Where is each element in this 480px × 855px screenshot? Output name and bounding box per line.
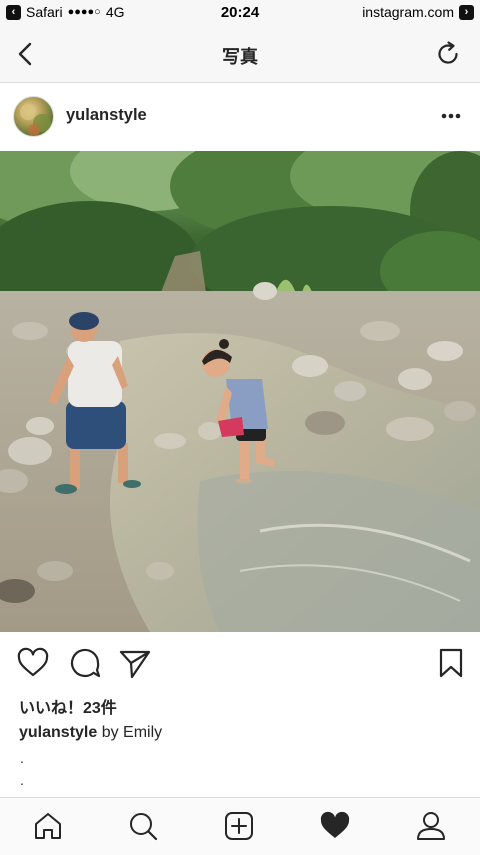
nav-bar: 写真 bbox=[0, 26, 480, 83]
profile-icon[interactable] bbox=[415, 810, 447, 842]
status-bar: ‹ Safari ●●●●○ 4G 20:24 instagram.com › bbox=[0, 0, 480, 26]
status-right: instagram.com › bbox=[362, 4, 474, 20]
send-icon[interactable] bbox=[118, 646, 152, 680]
more-horizontal-icon[interactable] bbox=[436, 104, 466, 128]
avatar[interactable] bbox=[13, 96, 54, 137]
like-count[interactable]: いいね！23件 bbox=[19, 694, 117, 718]
tab-bar bbox=[0, 797, 480, 855]
search-icon[interactable] bbox=[127, 810, 159, 842]
comment-icon[interactable] bbox=[68, 646, 102, 680]
post-caption: yulanstyle by Emily bbox=[19, 724, 162, 742]
post-header: yulanstyle bbox=[0, 84, 480, 150]
heart-outline-icon[interactable] bbox=[16, 646, 50, 680]
forward-to-site-icon[interactable]: › bbox=[459, 4, 474, 20]
caption-dot: . bbox=[20, 772, 24, 788]
refresh-icon[interactable] bbox=[434, 40, 462, 68]
post-actions bbox=[0, 640, 480, 690]
post-username[interactable]: yulanstyle bbox=[66, 106, 147, 125]
heart-filled-icon[interactable] bbox=[319, 810, 351, 842]
status-url[interactable]: instagram.com bbox=[362, 4, 454, 20]
page-title: 写真 bbox=[222, 47, 258, 67]
caption-dot: . bbox=[20, 750, 24, 766]
post-photo[interactable] bbox=[0, 151, 480, 632]
home-icon[interactable] bbox=[32, 810, 64, 842]
caption-text: by Emily bbox=[97, 724, 163, 741]
add-icon[interactable] bbox=[223, 810, 255, 842]
caption-username[interactable]: yulanstyle bbox=[19, 724, 97, 741]
bookmark-icon[interactable] bbox=[434, 646, 468, 680]
